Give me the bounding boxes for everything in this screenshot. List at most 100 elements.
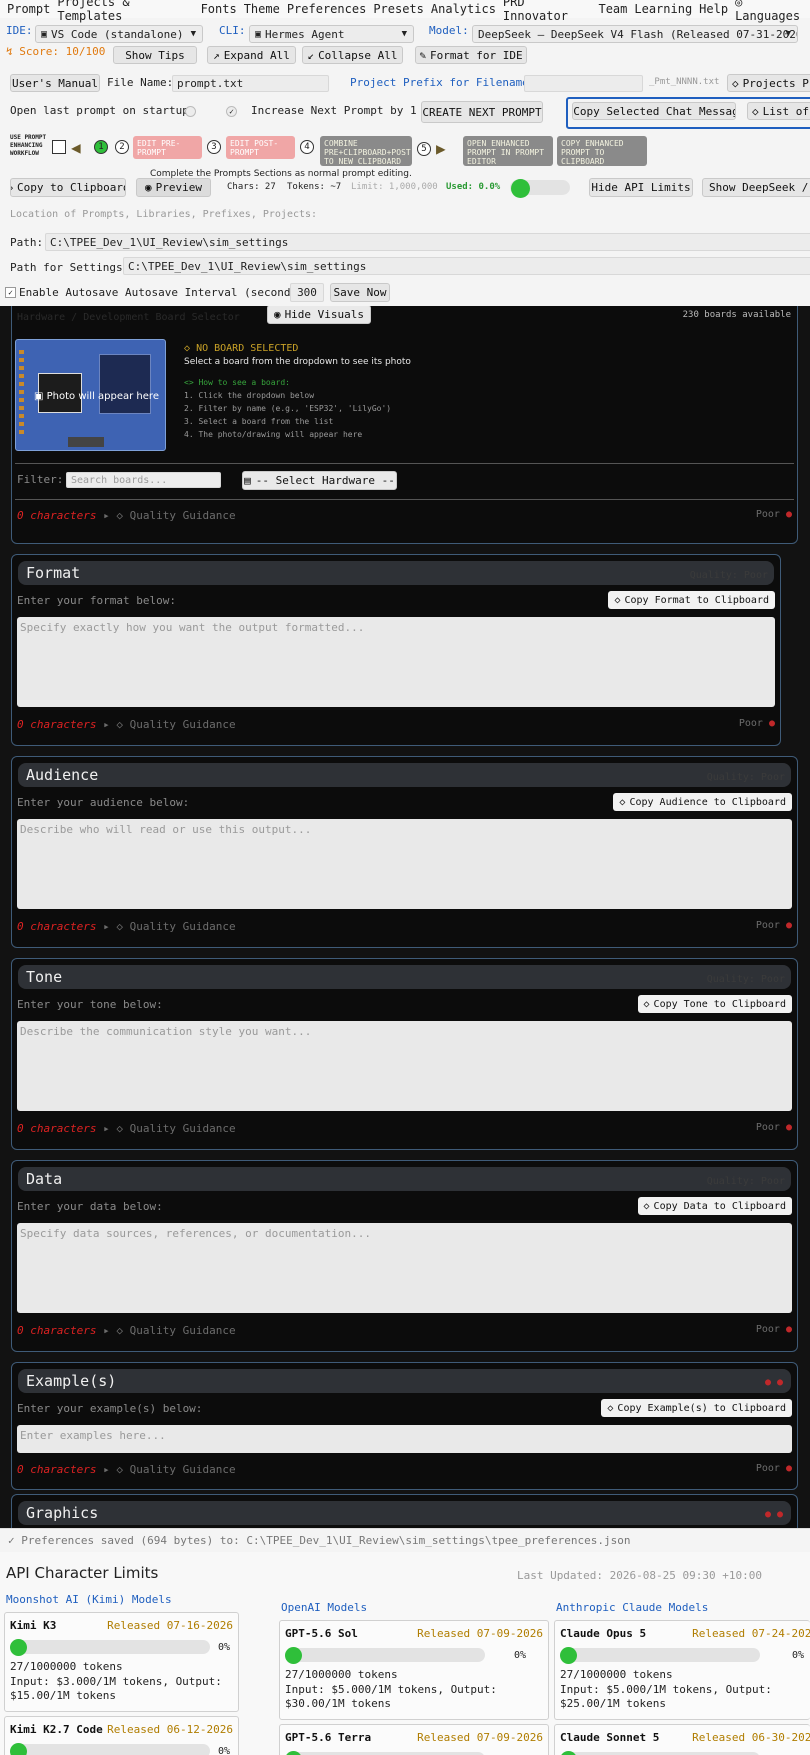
edit-post-prompt-button[interactable]: EDIT POST-PROMPT [226,136,295,159]
arrow-right-icon: ▶ [436,139,446,158]
hide-visuals-button[interactable]: ◉ Hide Visuals [267,306,371,324]
graphics-header[interactable]: Graphics ● ● [18,1501,791,1525]
tag-icon: ◇ [732,76,739,90]
graphics-panel: Graphics ● ● [11,1494,798,1528]
tone-textarea[interactable]: Describe the communication style you wan… [17,1021,792,1111]
edit-pre-prompt-button[interactable]: EDIT PRE-PROMPT [133,136,202,159]
tag-icon: ◇ [619,796,626,808]
workflow-checkbox[interactable] [52,140,66,154]
menu-help[interactable]: Help [699,2,728,16]
quality-dot-icon: ● [785,1463,792,1474]
show-tips-button[interactable]: Show Tips [113,46,197,64]
cli-label: CLI: [219,24,246,37]
menu-languages[interactable]: ◎ Languages [735,0,810,23]
open-enhanced-button[interactable]: OPEN ENHANCED PROMPT IN PROMPT EDITOR [463,136,553,166]
tag-icon: ◇ [607,1402,614,1414]
prefix-input[interactable] [524,75,643,92]
increase-next-checkbox[interactable]: ✓ [226,106,237,117]
users-manual-button[interactable]: User's Manual [10,74,100,92]
autosave-checkbox[interactable]: ✓ [5,287,16,298]
open-enhanced-label: OPEN ENHANCED PROMPT IN PROMPT EDITOR [467,139,545,166]
open-last-radio[interactable] [185,106,196,117]
expand-all-button[interactable]: ↗ Expand All [207,46,296,64]
usage-percent: 0% [513,1650,526,1661]
create-next-prompt-button[interactable]: CREATE NEXT PROMPT [421,101,543,123]
users-manual-label: User's Manual [11,76,99,90]
select-hardware-dropdown[interactable]: ▤ -- Select Hardware -- [242,471,397,490]
menu-theme[interactable]: Theme [244,2,280,16]
copy-data-button[interactable]: ◇ Copy Data to Clipboard [637,1197,792,1215]
ide-select[interactable]: ▣ VS Code (standalone) ▼ [35,25,203,43]
format-textarea[interactable]: Specify exactly how you want the output … [17,617,775,707]
data-textarea[interactable]: Specify data sources, references, or doc… [17,1223,792,1313]
tag-icon: ◇ [643,998,650,1010]
how-step-3: 3. Select a board from the list [184,417,334,426]
menu-fonts[interactable]: Fonts [201,2,237,16]
expand-all-label: Expand All [223,48,290,62]
ide-label: IDE: [6,24,33,37]
examples-textarea[interactable]: Enter examples here... [17,1425,792,1453]
audience-poor: Poor [755,920,780,931]
tone-guidance[interactable]: Quality Guidance [130,1122,236,1135]
tone-header[interactable]: Tone Quality: Poor [18,965,791,989]
audience-textarea[interactable]: Describe who will read or use this outpu… [17,819,792,909]
menu-team[interactable]: Team [598,2,627,16]
examples-guidance[interactable]: Quality Guidance [130,1463,236,1476]
tag-icon: ◇ [11,181,13,194]
menu-learning[interactable]: Learning [634,2,692,16]
autosave-interval-input[interactable]: 300 [290,283,324,302]
data-header[interactable]: Data Quality: Poor [18,1167,791,1191]
board-filter-input[interactable]: Search boards... [66,472,221,488]
hardware-title: Hardware / Development Board Selector [17,312,240,323]
file-name-value: prompt.txt [177,77,244,90]
path-input[interactable]: C:\TPEE_Dev_1\UI_Review\sim_settings [45,233,810,251]
hide-api-limits-button[interactable]: Hide API Limits [589,178,693,197]
audience-guidance[interactable]: Quality Guidance [130,920,236,933]
menu-preferences[interactable]: Preferences [287,2,366,16]
copy-to-clipboard-button[interactable]: ◇ Copy to Clipboard [10,178,126,197]
sparkle-icon: ↯ [6,45,13,58]
copy-audience-button[interactable]: ◇ Copy Audience to Clipboard [613,793,792,811]
data-footer: 0 characters ▸ ◇ Quality Guidance Poor ● [17,1324,792,1337]
copy-examples-button[interactable]: ◇ Copy Example(s) to Clipboard [601,1399,792,1417]
menu-bar: Prompt Projects & Templates Fonts Theme … [0,0,810,23]
preview-button[interactable]: ◉ Preview [136,178,211,197]
cli-select[interactable]: ▣ Hermes Agent ▼ [249,25,414,43]
copy-enhanced-button[interactable]: COPY ENHANCED PROMPT TO CLIPBOARD [557,136,647,166]
combine-label: COMBINE PRE+CLIPBOARD+POST TO NEW CLIPBO… [324,139,411,166]
copy-format-button[interactable]: ◇ Copy Format to Clipboard [608,591,775,609]
projects-button[interactable]: ◇ Projects P [727,74,810,92]
show-deepseek-label: Show DeepSeek / C [709,181,810,194]
list-of-label: List of [762,104,809,118]
graphics-title: Graphics [26,1504,99,1522]
audience-header[interactable]: Audience Quality: Poor [18,763,791,787]
show-deepseek-button[interactable]: Show DeepSeek / C [702,178,810,197]
save-now-button[interactable]: Save Now [330,283,390,302]
settings-path-input[interactable]: C:\TPEE_Dev_1\UI_Review\sim_settings [123,257,810,275]
menu-projects-templates[interactable]: Projects & Templates [57,0,193,23]
audience-title: Audience [26,766,99,784]
format-header[interactable]: Format Quality: Poor [18,561,774,585]
copy-selected-chat-button[interactable]: ▣Copy Selected Chat Message [572,102,736,120]
menu-analytics[interactable]: Analytics [431,2,496,16]
menu-presets[interactable]: Presets [373,2,424,16]
data-placeholder: Specify data sources, references, or doc… [20,1227,371,1240]
data-guidance[interactable]: Quality Guidance [130,1324,236,1337]
copy-to-clipboard-label: Copy to Clipboard [17,181,126,194]
collapse-all-button[interactable]: ↙ Collapse All [302,46,403,64]
check-icon: ✓ [8,1534,15,1547]
copy-tone-button[interactable]: ◇ Copy Tone to Clipboard [637,995,792,1013]
format-for-ide-button[interactable]: ✎ Format for IDE [415,46,527,64]
model-card-gpt-5-6-sol: GPT-5.6 Sol Released 07-09-2026 0% 27/10… [279,1620,549,1720]
examples-header[interactable]: Example(s) ● ● [18,1369,791,1393]
menu-prd-innovator[interactable]: PRD Innovator [503,0,592,23]
model-select[interactable]: DeepSeek — DeepSeek V4 Flash (Released 0… [472,25,798,43]
combine-button[interactable]: COMBINE PRE+CLIPBOARD+POST TO NEW CLIPBO… [320,136,412,166]
menu-prompt[interactable]: Prompt [7,2,50,16]
window-icon: ▣ [255,28,262,40]
window-icon: ▣ [41,28,48,40]
list-of-button[interactable]: ◇ List of [747,102,810,120]
step-1-indicator: 1 [94,140,108,154]
file-name-input[interactable]: prompt.txt [172,75,329,92]
format-guidance[interactable]: Quality Guidance [130,718,236,731]
